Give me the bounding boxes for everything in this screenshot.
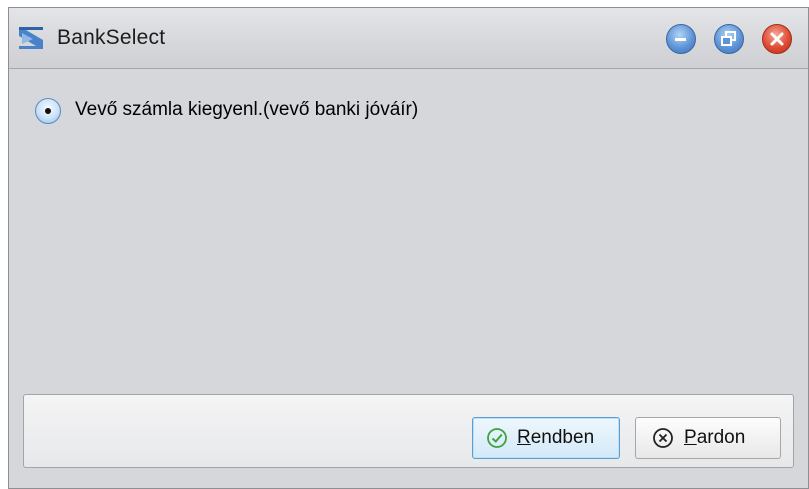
minimize-button[interactable] <box>666 24 696 54</box>
title-bar[interactable]: BankSelect <box>9 8 808 69</box>
cancel-button-label: Pardon <box>684 427 746 448</box>
radio-button-selected[interactable] <box>35 98 61 124</box>
x-circle-icon <box>653 428 673 448</box>
minimize-icon <box>675 38 686 41</box>
cancel-button[interactable]: Pardon <box>635 417 781 459</box>
close-icon <box>770 32 784 46</box>
close-button[interactable] <box>762 24 792 54</box>
check-circle-icon <box>487 428 507 448</box>
option-label[interactable]: Vevő számla kiegyenl.(vevő banki jóváír) <box>75 99 418 121</box>
radio-dot <box>45 108 51 114</box>
window-title: BankSelect <box>57 26 166 49</box>
restore-button[interactable] <box>714 24 744 54</box>
ok-button-label: Rendben <box>517 427 595 448</box>
button-panel: Rendben Pardon <box>23 394 794 468</box>
restore-icon <box>721 31 736 46</box>
options-area: Vevő számla kiegyenl.(vevő banki jóváír) <box>9 69 808 394</box>
bank-select-app-icon <box>19 27 43 49</box>
ok-button[interactable]: Rendben <box>472 417 620 459</box>
bankselect-window: BankSelect Vevő számla kiegyenl.(vevő ba… <box>8 7 809 489</box>
